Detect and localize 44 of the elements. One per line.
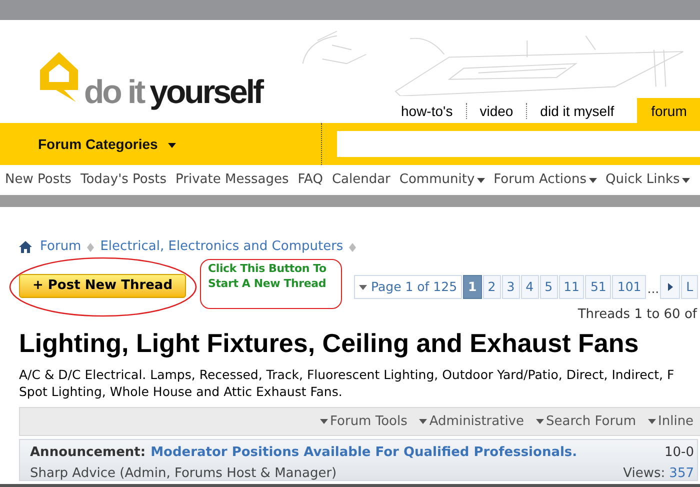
nav-link[interactable]: Forum Actions bbox=[494, 170, 596, 190]
nav-link[interactable]: Community bbox=[399, 170, 485, 190]
thread-count: Threads 1 to 60 of bbox=[578, 306, 697, 323]
nav-link[interactable]: Private Messages bbox=[176, 170, 289, 190]
toolbar-menu[interactable]: Search Forum bbox=[536, 412, 636, 432]
page-jump-menu[interactable]: Page 1 of 125 bbox=[354, 275, 462, 299]
toolbar-menu[interactable]: Forum Tools bbox=[320, 412, 408, 432]
callout-note: Click This Button To Start A New Thread bbox=[200, 259, 342, 309]
page-ellipsis: ... bbox=[647, 280, 660, 298]
announcement-author: Sharp Advice (Admin, Forums Host & Manager) bbox=[30, 464, 337, 482]
forum-description: Spot Lighting, Whole House and Attic Exhaust Fans. bbox=[19, 383, 344, 400]
page-link[interactable]: 5 bbox=[540, 275, 558, 299]
site-tab[interactable]: did it myself bbox=[527, 98, 628, 123]
views-count[interactable]: 357 bbox=[669, 464, 694, 483]
site-tab[interactable]: video bbox=[466, 98, 526, 123]
nav-link[interactable]: Quick Links bbox=[606, 170, 690, 190]
toolbar-menu[interactable]: Inline bbox=[648, 412, 694, 432]
post-new-thread-button[interactable]: + Post New Thread bbox=[19, 274, 186, 298]
category-menu[interactable]: Forum Categories bbox=[38, 134, 176, 154]
announcement-link[interactable]: Moderator Positions Available For Qualified Professionals. bbox=[150, 443, 578, 462]
page-link[interactable]: 51 bbox=[585, 275, 612, 299]
nav-link[interactable]: Calendar bbox=[332, 170, 390, 190]
announcement-label: Announcement: bbox=[30, 444, 146, 462]
logo-text: do it bbox=[84, 75, 144, 108]
site-tab[interactable]: how-to's bbox=[388, 98, 466, 123]
toolbar-menu[interactable]: Administrative bbox=[419, 412, 524, 432]
nav-link[interactable]: New Posts bbox=[5, 170, 72, 190]
breadcrumb-link[interactable]: Electrical, Electronics and Computers bbox=[100, 237, 344, 257]
last-page-link[interactable]: L bbox=[681, 275, 698, 299]
announcement-date: 10-0 bbox=[664, 444, 694, 462]
nav-link[interactable]: Today's Posts bbox=[80, 170, 167, 190]
page-link[interactable]: 101 bbox=[612, 275, 646, 299]
forum-title: Lighting, Light Fixtures, Ceiling and Exhaust Fans bbox=[19, 328, 640, 358]
forum-description: A/C & D/C Electrical. Lamps, Recessed, Track, Fluorescent Lighting, Outdoor Yard/Patio, Direct, Indirect, F bbox=[19, 366, 676, 383]
page-link[interactable]: 3 bbox=[502, 275, 520, 299]
page-link[interactable]: 1 bbox=[463, 275, 482, 299]
views-label: Views: bbox=[623, 464, 666, 482]
page-link[interactable]: 11 bbox=[558, 275, 584, 299]
nav-link[interactable]: FAQ bbox=[298, 170, 323, 190]
page-link[interactable]: 2 bbox=[482, 275, 501, 299]
logo-text: yourself bbox=[150, 75, 262, 108]
breadcrumb-link[interactable]: Forum bbox=[40, 237, 82, 257]
site-tab[interactable]: forum bbox=[637, 98, 700, 123]
page-link[interactable]: 4 bbox=[520, 275, 539, 299]
